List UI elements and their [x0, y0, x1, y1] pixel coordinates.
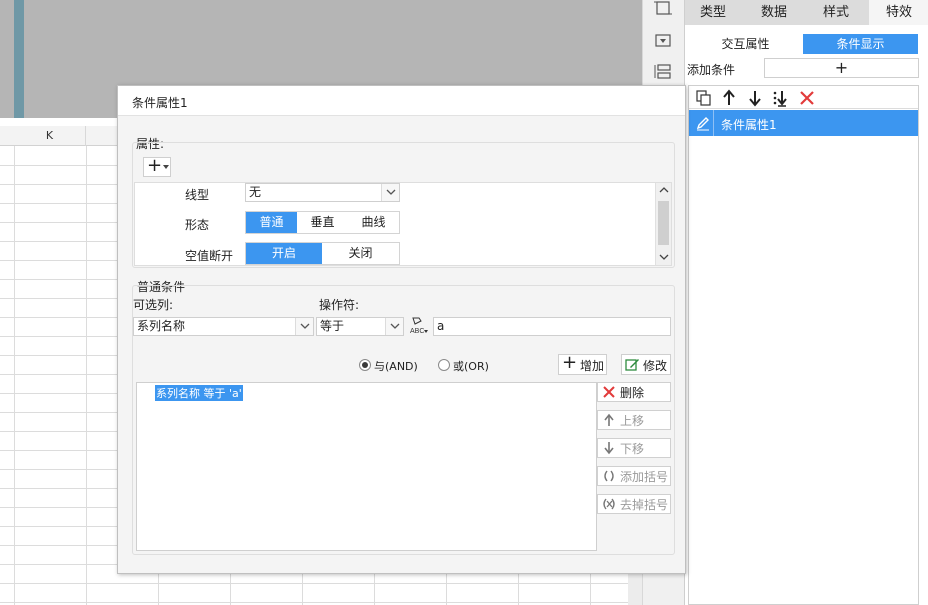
- move-down-button[interactable]: 下移: [597, 438, 671, 458]
- shape-normal-option[interactable]: 普通: [246, 212, 297, 233]
- column-label: 可选列:: [133, 298, 174, 312]
- tab-style[interactable]: 样式: [807, 0, 865, 25]
- delete-condition-button[interactable]: 删除: [597, 382, 671, 402]
- condition-expression-area[interactable]: 系列名称 等于 'a': [136, 382, 597, 551]
- move-up-button[interactable]: 上移: [597, 410, 671, 430]
- crop-frame-icon[interactable]: [652, 0, 674, 20]
- shape-curve-option[interactable]: 曲线: [348, 212, 399, 233]
- operator-value: 等于: [320, 319, 345, 333]
- condition-expression[interactable]: 系列名称 等于 'a': [155, 385, 243, 401]
- scroll-down-icon[interactable]: [659, 253, 669, 261]
- segment-interaction-props[interactable]: 交互属性: [689, 34, 802, 54]
- delete-x-icon[interactable]: [798, 89, 816, 107]
- delete-x-icon: [603, 386, 615, 398]
- condition-properties-dialog: 条件属性1 属性: + 线型 无 形态 普通 垂直 曲线 空值断开 开启 关闭: [117, 85, 686, 574]
- property-list-scrollbar[interactable]: [655, 183, 671, 265]
- null-break-on-option[interactable]: 开启: [246, 243, 322, 264]
- condition-list-item[interactable]: 条件属性1: [689, 110, 918, 136]
- operator-select[interactable]: 等于: [316, 317, 404, 336]
- grid-line: [86, 146, 87, 605]
- bracket-icon: [604, 470, 614, 482]
- condition-value-input[interactable]: a: [433, 317, 671, 336]
- chevron-down-icon[interactable]: [381, 184, 399, 201]
- shape-vertical-option[interactable]: 垂直: [297, 212, 348, 233]
- add-bracket-button[interactable]: 添加括号: [597, 466, 671, 486]
- panel-tabs: 类型 数据 样式 特效: [685, 0, 928, 25]
- operator-label: 操作符:: [319, 298, 360, 312]
- plus-icon: +: [562, 352, 578, 373]
- tab-type[interactable]: 类型: [685, 0, 741, 25]
- move-up-label: 上移: [620, 414, 645, 428]
- remove-bracket-button[interactable]: 去掉括号: [597, 494, 671, 514]
- null-break-label: 空值断开: [185, 249, 234, 263]
- grid-line: [0, 583, 628, 584]
- chevron-down-icon[interactable]: [385, 318, 403, 335]
- modify-condition-button[interactable]: 修改: [621, 354, 671, 375]
- plus-icon: +: [147, 155, 163, 176]
- or-radio[interactable]: [438, 359, 450, 371]
- dialog-title-bar[interactable]: 条件属性1: [118, 86, 685, 116]
- dialog-title: 条件属性1: [132, 96, 188, 110]
- add-condition-entry-button[interactable]: + 增加: [558, 352, 607, 375]
- text-type-icon[interactable]: ABC: [409, 315, 429, 335]
- column-header-k[interactable]: K: [14, 126, 86, 146]
- column-select[interactable]: 系列名称: [133, 317, 314, 336]
- chevron-down-icon: [163, 165, 169, 169]
- add-bracket-label: 添加括号: [620, 470, 669, 484]
- arrow-up-icon[interactable]: [720, 89, 738, 107]
- copy-icon[interactable]: [695, 89, 713, 107]
- grid-line: [0, 602, 628, 603]
- tab-effects[interactable]: 特效: [869, 0, 928, 25]
- add-condition-label: 添加条件: [687, 63, 736, 77]
- add-property-button[interactable]: +: [143, 155, 171, 177]
- move-down-label: 下移: [620, 442, 645, 456]
- condition-item-label: 条件属性1: [721, 118, 777, 132]
- move-bottom-icon[interactable]: [771, 89, 789, 107]
- chevron-down-icon[interactable]: [295, 318, 313, 335]
- add-button-label: 增加: [580, 359, 605, 373]
- and-radio[interactable]: [359, 359, 371, 371]
- column-value: 系列名称: [137, 319, 186, 333]
- dropdown-box-icon[interactable]: [652, 31, 674, 51]
- null-break-segment: 开启 关闭: [245, 242, 400, 265]
- and-radio-label[interactable]: 与(AND): [374, 358, 418, 374]
- segment-condition-display[interactable]: 条件显示: [803, 34, 918, 54]
- arrow-down-icon: [604, 442, 614, 455]
- right-property-panel: 类型 数据 样式 特效 交互属性 条件显示 添加条件 + 条件属性1: [684, 0, 928, 605]
- item-divider: [713, 110, 714, 136]
- layout-icon[interactable]: [652, 62, 674, 82]
- svg-text:ABC: ABC: [410, 328, 424, 335]
- null-break-off-option[interactable]: 关闭: [322, 243, 399, 264]
- property-list: 线型 无 形态 普通 垂直 曲线 空值断开 开启 关闭: [134, 182, 672, 266]
- grid-line: [14, 146, 15, 605]
- remove-bracket-label: 去掉括号: [620, 498, 669, 512]
- line-type-value: 无: [249, 185, 262, 199]
- scroll-thumb[interactable]: [658, 201, 669, 245]
- line-type-label: 线型: [185, 188, 210, 202]
- arrow-up-icon: [604, 413, 614, 426]
- modify-icon: [625, 359, 639, 371]
- or-radio-label[interactable]: 或(OR): [453, 358, 489, 374]
- arrow-down-icon[interactable]: [746, 89, 764, 107]
- line-type-select[interactable]: 无: [245, 183, 400, 202]
- shape-segment: 普通 垂直 曲线: [245, 211, 400, 234]
- modify-button-label: 修改: [643, 359, 668, 373]
- condition-list: 条件属性1: [688, 85, 919, 605]
- edit-pencil-icon[interactable]: [695, 115, 711, 131]
- canvas-component-stripe: [14, 0, 24, 118]
- scroll-up-icon[interactable]: [659, 186, 669, 194]
- remove-bracket-icon: [603, 498, 615, 510]
- condition-list-toolbar: [689, 86, 918, 109]
- shape-label: 形态: [185, 218, 210, 232]
- delete-button-label: 删除: [620, 386, 645, 400]
- add-condition-button[interactable]: +: [764, 58, 919, 78]
- condition-value-text: a: [437, 319, 445, 333]
- tab-data[interactable]: 数据: [745, 0, 803, 25]
